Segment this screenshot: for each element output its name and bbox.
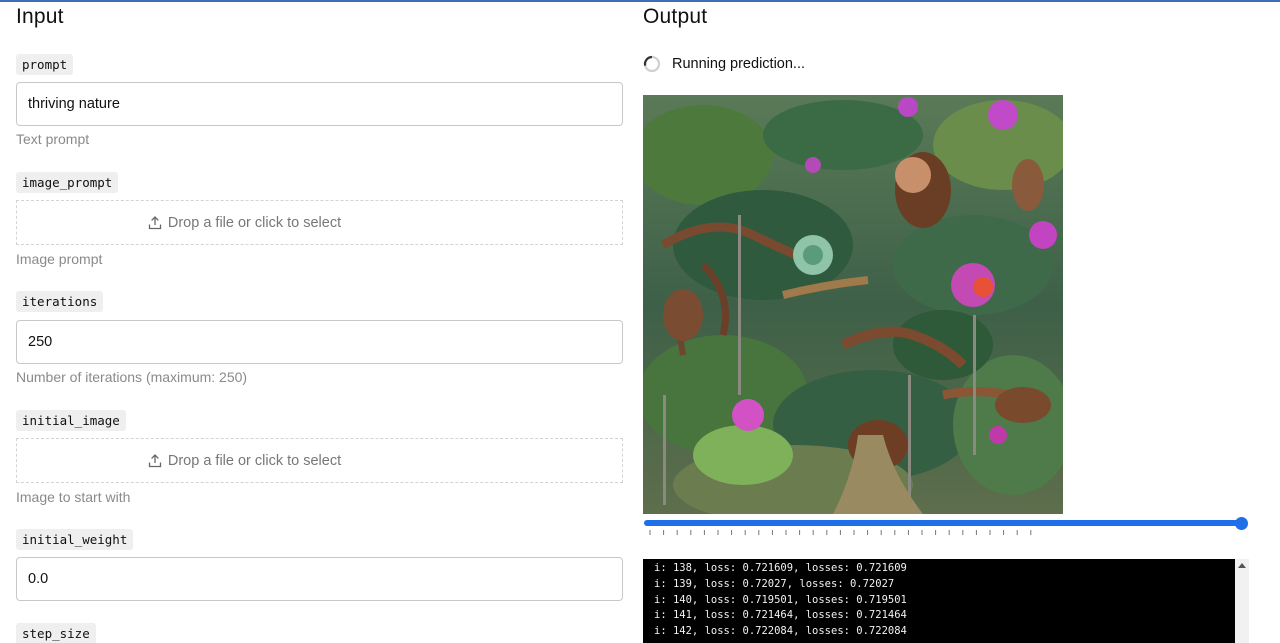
prompt-label: prompt bbox=[16, 54, 74, 75]
log-console: i: 138, loss: 0.721609, losses: 0.721609… bbox=[643, 559, 1235, 643]
upload-icon bbox=[148, 215, 162, 229]
prompt-help: Text prompt bbox=[16, 131, 90, 147]
iterations-label: iterations bbox=[16, 291, 104, 312]
log-line: i: 140, loss: 0.719501, losses: 0.719501 bbox=[654, 593, 907, 606]
initial-image-label: initial_image bbox=[16, 410, 126, 431]
iterations-input[interactable]: 250 bbox=[16, 320, 623, 364]
image-prompt-help: Image prompt bbox=[16, 251, 103, 267]
initial-image-dropzone[interactable]: Drop a file or click to select bbox=[16, 438, 623, 483]
output-image bbox=[643, 95, 1063, 514]
slider-track bbox=[644, 520, 1242, 526]
generated-artwork bbox=[643, 95, 1063, 514]
console-scrollbar[interactable] bbox=[1235, 559, 1249, 643]
image-prompt-dropzone-text: Drop a file or click to select bbox=[167, 214, 342, 231]
initial-weight-label: initial_weight bbox=[16, 529, 134, 550]
log-line: i: 142, loss: 0.722084, losses: 0.722084 bbox=[654, 625, 907, 638]
log-line: i: 139, loss: 0.72027, losses: 0.72027 bbox=[654, 577, 895, 590]
iterations-help: Number of iterations (maximum: 250) bbox=[16, 369, 248, 385]
image-prompt-label: image_prompt bbox=[16, 172, 119, 193]
initial-image-help: Image to start with bbox=[16, 489, 131, 505]
slider-ticks bbox=[649, 530, 1032, 535]
spinner-icon bbox=[643, 55, 661, 73]
top-accent-line bbox=[0, 0, 1280, 2]
iteration-slider[interactable] bbox=[643, 516, 1249, 536]
status-text: Running prediction... bbox=[672, 56, 805, 72]
log-line: i: 141, loss: 0.721464, losses: 0.721464 bbox=[654, 609, 907, 622]
prompt-input[interactable]: thriving nature bbox=[16, 82, 623, 126]
prediction-status: Running prediction... bbox=[643, 55, 805, 73]
upload-icon bbox=[148, 453, 162, 467]
initial-weight-input[interactable]: 0.0 bbox=[16, 557, 623, 601]
output-title: Output bbox=[643, 5, 708, 28]
image-prompt-dropzone[interactable]: Drop a file or click to select bbox=[16, 200, 623, 245]
step-size-label: step_size bbox=[16, 623, 96, 643]
log-line: i: 138, loss: 0.721609, losses: 0.721609 bbox=[654, 562, 907, 574]
slider-thumb[interactable] bbox=[1235, 517, 1248, 530]
initial-image-dropzone-text: Drop a file or click to select bbox=[167, 452, 342, 469]
scroll-up-arrow-icon[interactable] bbox=[1238, 563, 1246, 568]
input-title: Input bbox=[16, 5, 64, 28]
